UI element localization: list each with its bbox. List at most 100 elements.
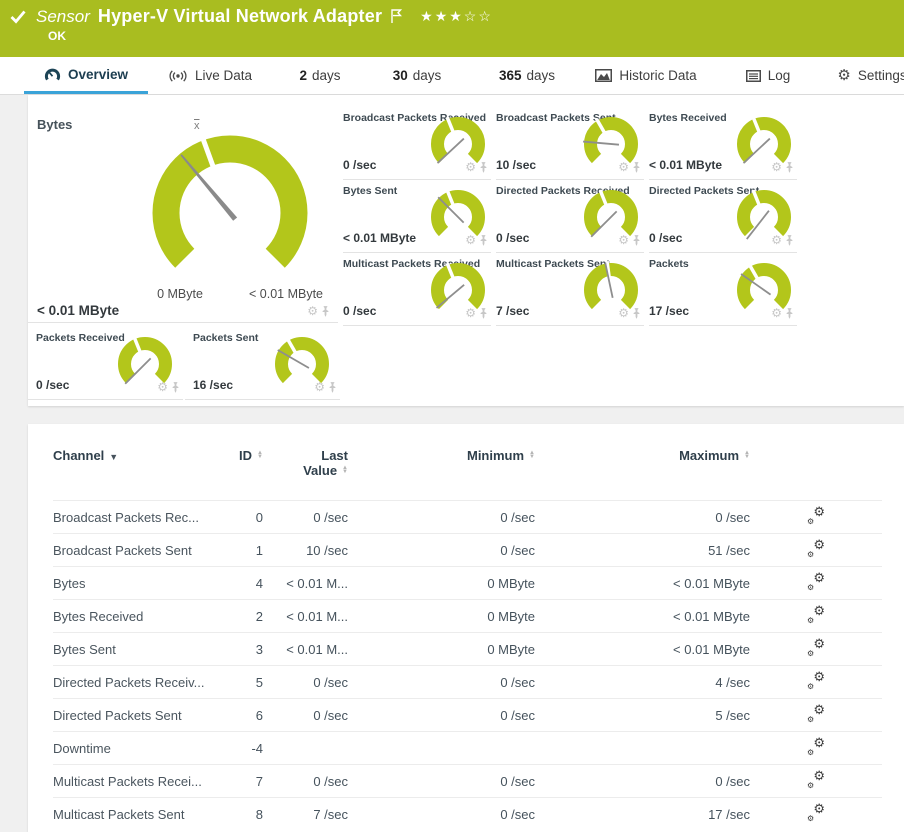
tab-log[interactable]: Log	[737, 57, 799, 94]
gauge-tile-packets-sent: Packets Sent 16 /sec ⚙	[185, 330, 340, 400]
channel-settings-gear-icon[interactable]: ⚙	[771, 161, 782, 173]
channel-minimum: 0 /sec	[348, 500, 535, 534]
status-badge: OK	[48, 29, 66, 43]
channel-minimum: 0 /sec	[348, 698, 535, 732]
edit-channel-icon[interactable]: ⚙ ⚙	[807, 802, 825, 823]
gauge-tile-packets-received: Packets Received 0 /sec ⚙	[28, 330, 183, 400]
pin-icon[interactable]	[785, 161, 794, 173]
tab-settings[interactable]: ⚙ Settings	[830, 57, 904, 94]
sensor-type-label: Sensor	[36, 6, 90, 26]
channel-maximum: 17 /sec	[535, 797, 750, 830]
gauge-value: 17 /sec	[649, 304, 690, 318]
gauge-title: Bytes	[37, 117, 73, 132]
gauge-value: 0 /sec	[343, 304, 377, 318]
edit-channel-icon[interactable]: ⚙ ⚙	[807, 703, 825, 724]
column-header-maximum[interactable]: Maximum ▲ ▼	[535, 448, 750, 501]
channel-maximum: < 0.01 MByte	[535, 632, 750, 666]
gauge-value: 16 /sec	[193, 378, 234, 392]
channel-settings-gear-icon[interactable]: ⚙	[618, 307, 629, 319]
channel-name[interactable]: Bytes	[53, 566, 218, 600]
pin-icon[interactable]	[479, 234, 488, 246]
check-icon	[10, 10, 26, 24]
bytes-gauge[interactable]	[135, 121, 325, 299]
channel-last-value: < 0.01 M...	[263, 566, 348, 600]
tab-historic-data[interactable]: Historic Data	[590, 57, 702, 94]
gauge-value: 7 /sec	[496, 304, 530, 318]
mean-marker: x	[194, 120, 200, 132]
flag-icon[interactable]	[390, 9, 403, 24]
column-header-actions	[750, 448, 882, 501]
tab-2-days[interactable]: 2 days	[290, 57, 350, 94]
gauge-tile-bytes-received: Bytes Received < 0.01 MByte ⚙	[649, 110, 797, 180]
channel-last-value: < 0.01 M...	[263, 599, 348, 633]
channel-settings-gear-icon[interactable]: ⚙	[618, 161, 629, 173]
pin-icon[interactable]	[171, 381, 180, 393]
tab-live-data[interactable]: Live Data	[160, 57, 260, 94]
tab-365-days[interactable]: 365 days	[487, 57, 567, 94]
channel-settings-gear-icon[interactable]: ⚙	[307, 305, 318, 317]
channel-name[interactable]: Bytes Received	[53, 599, 218, 633]
pin-icon[interactable]	[785, 307, 794, 319]
sort-icon: ▲ ▼	[342, 465, 348, 475]
tab-30-days[interactable]: 30 days	[382, 57, 452, 94]
channel-settings-gear-icon[interactable]: ⚙	[465, 161, 476, 173]
edit-channel-icon[interactable]: ⚙ ⚙	[807, 769, 825, 790]
column-header-last-value[interactable]: Last Value ▲ ▼	[263, 448, 348, 501]
pin-icon[interactable]	[785, 234, 794, 246]
channel-name[interactable]: Broadcast Packets Rec...	[53, 500, 218, 534]
channel-settings-gear-icon[interactable]: ⚙	[157, 381, 168, 393]
channel-id: 2	[218, 599, 263, 633]
pin-icon[interactable]	[479, 161, 488, 173]
channel-name[interactable]: Directed Packets Sent	[53, 698, 218, 732]
sort-desc-icon: ▼	[109, 452, 119, 462]
edit-channel-icon[interactable]: ⚙ ⚙	[807, 736, 825, 757]
channel-name[interactable]: Broadcast Packets Sent	[53, 533, 218, 567]
pin-icon[interactable]	[632, 307, 641, 319]
edit-channel-icon[interactable]: ⚙ ⚙	[807, 538, 825, 559]
pin-icon[interactable]	[479, 307, 488, 319]
edit-channel-icon[interactable]: ⚙ ⚙	[807, 571, 825, 592]
column-header-minimum[interactable]: Minimum ▲ ▼	[348, 448, 535, 501]
edit-channel-icon[interactable]: ⚙ ⚙	[807, 604, 825, 625]
gear-icon: ⚙	[837, 67, 851, 84]
table-row: Downtime -4 ⚙ ⚙	[53, 731, 882, 765]
sort-icon: ▲ ▼	[257, 450, 263, 460]
tab-overview[interactable]: Overview	[24, 57, 148, 94]
edit-channel-icon[interactable]: ⚙ ⚙	[807, 670, 825, 691]
edit-channel-icon[interactable]: ⚙ ⚙	[807, 637, 825, 658]
channel-settings-gear-icon[interactable]: ⚙	[618, 234, 629, 246]
gauge-tile-packets: Packets 17 /sec ⚙	[649, 256, 797, 326]
channel-settings-gear-icon[interactable]: ⚙	[771, 234, 782, 246]
channel-id: 1	[218, 533, 263, 567]
priority-stars[interactable]: ★★★☆☆	[420, 8, 493, 25]
gauge-tile-multicast-packets-received: Multicast Packets Received 0 /sec ⚙	[343, 256, 491, 326]
pin-icon[interactable]	[321, 305, 330, 317]
sensor-header-bar: Sensor Hyper-V Virtual Network Adapter ★…	[0, 0, 904, 57]
channel-minimum	[348, 731, 535, 765]
pin-icon[interactable]	[632, 234, 641, 246]
channel-last-value: 0 /sec	[263, 500, 348, 534]
channel-name[interactable]: Directed Packets Receiv...	[53, 665, 218, 699]
gauge-value: 0 /sec	[36, 378, 70, 392]
prtg-sensor-page: Sensor Hyper-V Virtual Network Adapter ★…	[0, 0, 904, 832]
channel-settings-gear-icon[interactable]: ⚙	[465, 307, 476, 319]
edit-channel-icon[interactable]: ⚙ ⚙	[807, 505, 825, 526]
channel-id: 6	[218, 698, 263, 732]
table-row: Multicast Packets Sent 8 7 /sec 0 /sec 1…	[53, 797, 882, 830]
channel-name[interactable]: Multicast Packets Sent	[53, 797, 218, 830]
column-header-channel[interactable]: Channel ▼	[53, 448, 218, 501]
pin-icon[interactable]	[328, 381, 337, 393]
channel-maximum: < 0.01 MByte	[535, 599, 750, 633]
pin-icon[interactable]	[632, 161, 641, 173]
channel-name[interactable]: Downtime	[53, 731, 218, 765]
channel-settings-gear-icon[interactable]: ⚙	[465, 234, 476, 246]
column-header-id[interactable]: ID ▲ ▼	[218, 448, 263, 501]
channel-last-value: 10 /sec	[263, 533, 348, 567]
gauge-value: 0 /sec	[343, 158, 377, 172]
channel-name[interactable]: Bytes Sent	[53, 632, 218, 666]
gauge-icon	[44, 68, 61, 80]
channel-settings-gear-icon[interactable]: ⚙	[771, 307, 782, 319]
channel-name[interactable]: Multicast Packets Recei...	[53, 764, 218, 798]
channel-settings-gear-icon[interactable]: ⚙	[314, 381, 325, 393]
channel-maximum: 4 /sec	[535, 665, 750, 699]
